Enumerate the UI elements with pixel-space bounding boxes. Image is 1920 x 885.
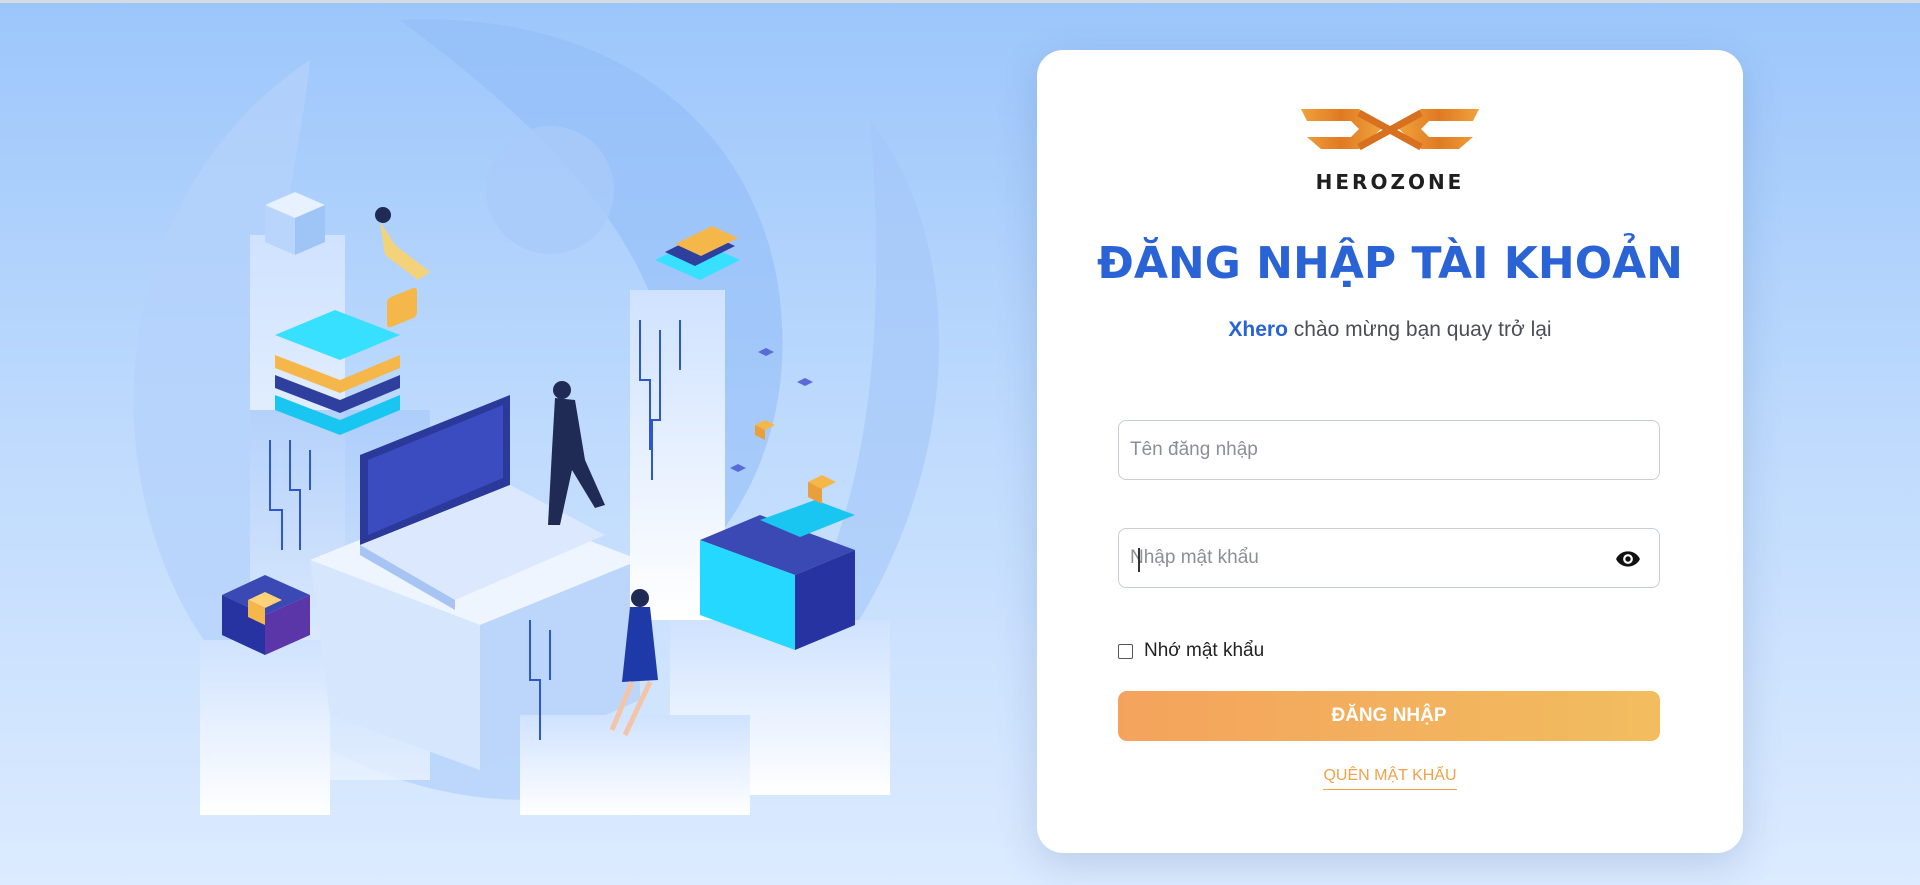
text-cursor — [1138, 548, 1140, 572]
remember-password[interactable]: Nhớ mật khẩu — [1118, 639, 1264, 663]
password-input[interactable] — [1119, 529, 1570, 587]
username-field[interactable] — [1118, 420, 1660, 480]
welcome-message: Xhero chào mừng bạn quay trở lại — [1037, 318, 1743, 342]
login-button[interactable]: ĐĂNG NHẬP — [1118, 691, 1660, 741]
password-field[interactable] — [1118, 528, 1660, 588]
eye-icon[interactable] — [1613, 546, 1643, 572]
forgot-password-link[interactable]: QUÊN MẬT KHẨU — [1323, 767, 1457, 790]
forgot-password: QUÊN MẬT KHẨU — [1037, 767, 1743, 790]
hero-illustration — [133, 19, 940, 815]
welcome-text: chào mừng bạn quay trở lại — [1287, 318, 1552, 341]
login-title: ĐĂNG NHẬP TÀI KHOẢN — [1097, 238, 1683, 289]
username-input[interactable] — [1119, 421, 1570, 479]
welcome-highlight: Xhero — [1228, 318, 1288, 341]
login-card: HEROZONE ĐĂNG NHẬP TÀI KHOẢN Xhero chào … — [1037, 50, 1743, 853]
remember-checkbox[interactable] — [1118, 643, 1133, 659]
remember-label: Nhớ mật khẩu — [1144, 640, 1265, 661]
brand-name: HEROZONE — [1315, 170, 1465, 194]
